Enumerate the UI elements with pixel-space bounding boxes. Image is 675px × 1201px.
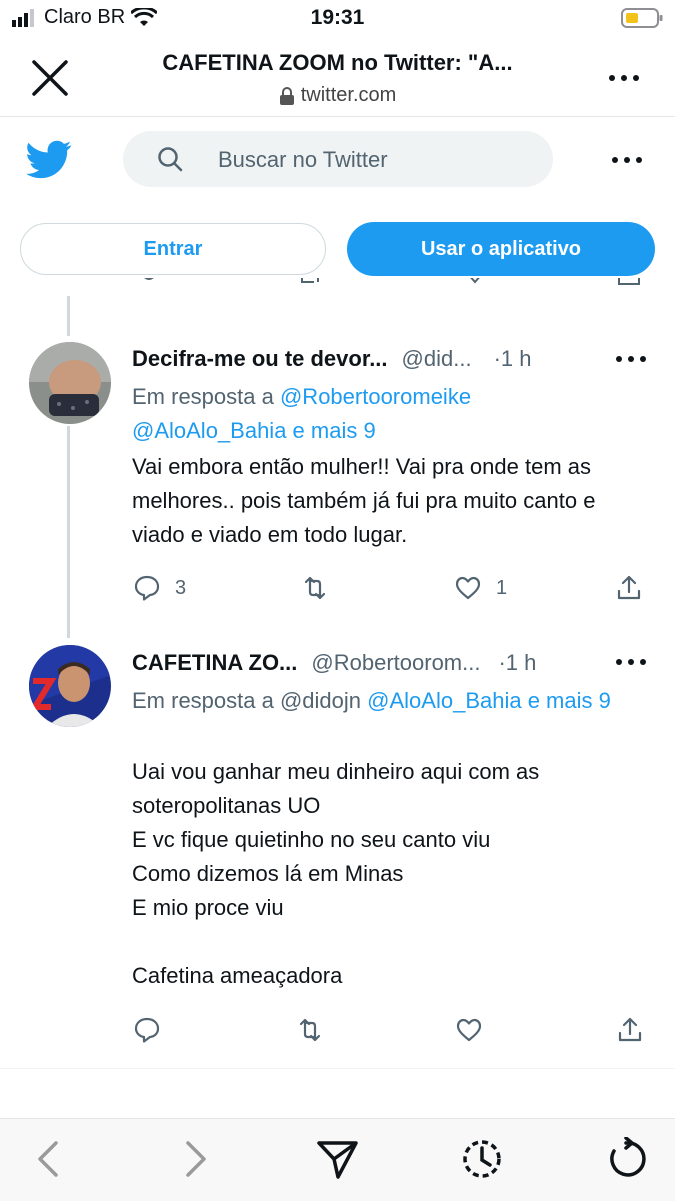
lock-icon <box>279 86 294 105</box>
retweet-button[interactable] <box>301 574 343 602</box>
reply-prefix: Em resposta a <box>132 384 274 409</box>
reply-icon <box>144 278 154 280</box>
like-count: 1 <box>496 576 508 599</box>
share-icon <box>617 575 641 600</box>
tweet-more-icon[interactable] <box>616 657 646 667</box>
divider <box>0 1068 675 1069</box>
search-icon <box>158 147 183 172</box>
login-button[interactable]: Entrar <box>20 223 326 275</box>
tweet-more-icon[interactable] <box>616 354 646 364</box>
reply-mention-plain[interactable]: @didojn <box>280 688 361 713</box>
like-button[interactable] <box>455 1016 497 1044</box>
share-button[interactable] <box>615 574 643 602</box>
reply-button[interactable]: 3 <box>133 574 186 602</box>
tweet-header: CAFETINA ZO... @Robertoorom... · 1 h <box>132 650 537 676</box>
thread-connector <box>67 296 70 336</box>
tweet-author-handle[interactable]: @Robertoorom... <box>311 650 480 676</box>
previous-tweet-actions <box>0 278 675 300</box>
browser-header: CAFETINA ZOOM no Twitter: "A... twitter.… <box>0 38 675 117</box>
forward-icon[interactable] <box>172 1137 216 1181</box>
more-icon[interactable] <box>612 155 642 165</box>
avatar-photo <box>29 342 111 424</box>
search-bar[interactable]: Buscar no Twitter <box>123 131 553 187</box>
tweet-author-name[interactable]: CAFETINA ZO... <box>132 650 297 676</box>
tweet-actions: 3 1 <box>0 574 675 608</box>
tweet-time[interactable]: 1 h <box>506 650 537 676</box>
like-button[interactable]: 1 <box>454 574 507 602</box>
share-icon <box>618 1017 642 1042</box>
retweet-button[interactable] <box>296 1016 338 1044</box>
reply-count: 3 <box>175 576 187 599</box>
search-input[interactable]: Buscar no Twitter <box>218 147 388 173</box>
history-icon[interactable] <box>460 1137 504 1181</box>
tweet-author-name[interactable]: Decifra-me ou te devor... <box>132 346 388 372</box>
browser-more-icon[interactable] <box>609 73 639 83</box>
reply-prefix: Em resposta a <box>132 688 274 713</box>
retweet-icon <box>301 278 319 283</box>
retweet-icon <box>299 1018 321 1042</box>
reply-context: Em resposta a @Robertooromeike @AloAlo_B… <box>132 380 622 448</box>
tweet-time[interactable]: 1 h <box>501 346 532 372</box>
tweet-text: Vai embora então mulher!! Vai pra onde t… <box>132 454 596 547</box>
reload-icon[interactable] <box>604 1137 648 1181</box>
like-icon <box>455 576 481 600</box>
reply-icon <box>134 575 160 601</box>
avatar[interactable] <box>29 342 111 424</box>
reply-context: Em resposta a @didojn @AloAlo_Bahia e ma… <box>132 684 647 718</box>
send-icon[interactable] <box>316 1137 360 1181</box>
avatar-photo <box>29 645 111 727</box>
like-icon <box>470 278 480 284</box>
reply-mentions[interactable]: @AloAlo_Bahia e mais 9 <box>367 688 611 713</box>
tweet-text: Uai vou ganhar meu dinheiro aqui com as … <box>132 759 540 988</box>
url-bar[interactable]: twitter.com <box>0 84 675 107</box>
avatar[interactable] <box>29 645 111 727</box>
tweet-author-handle[interactable]: @did... <box>402 346 472 372</box>
like-icon <box>456 1018 482 1042</box>
reply-button[interactable] <box>133 1016 175 1044</box>
battery-icon <box>621 8 663 28</box>
tweet-actions <box>0 1016 675 1050</box>
domain-label: twitter.com <box>300 84 397 106</box>
status-bar: Claro BR 19:31 <box>0 0 675 38</box>
back-icon[interactable] <box>28 1137 72 1181</box>
clock: 19:31 <box>310 6 365 29</box>
share-button[interactable] <box>616 1016 644 1044</box>
twitter-bird-icon[interactable] <box>26 136 72 182</box>
browser-toolbar <box>0 1118 675 1201</box>
share-icon <box>618 278 640 285</box>
reply-icon <box>134 1017 160 1043</box>
page-title: CAFETINA ZOOM no Twitter: "A... <box>162 50 513 75</box>
retweet-icon <box>304 576 326 600</box>
open-app-button[interactable]: Usar o aplicativo <box>347 222 655 276</box>
tweet-header: Decifra-me ou te devor... @did... · 1 h <box>132 346 532 372</box>
